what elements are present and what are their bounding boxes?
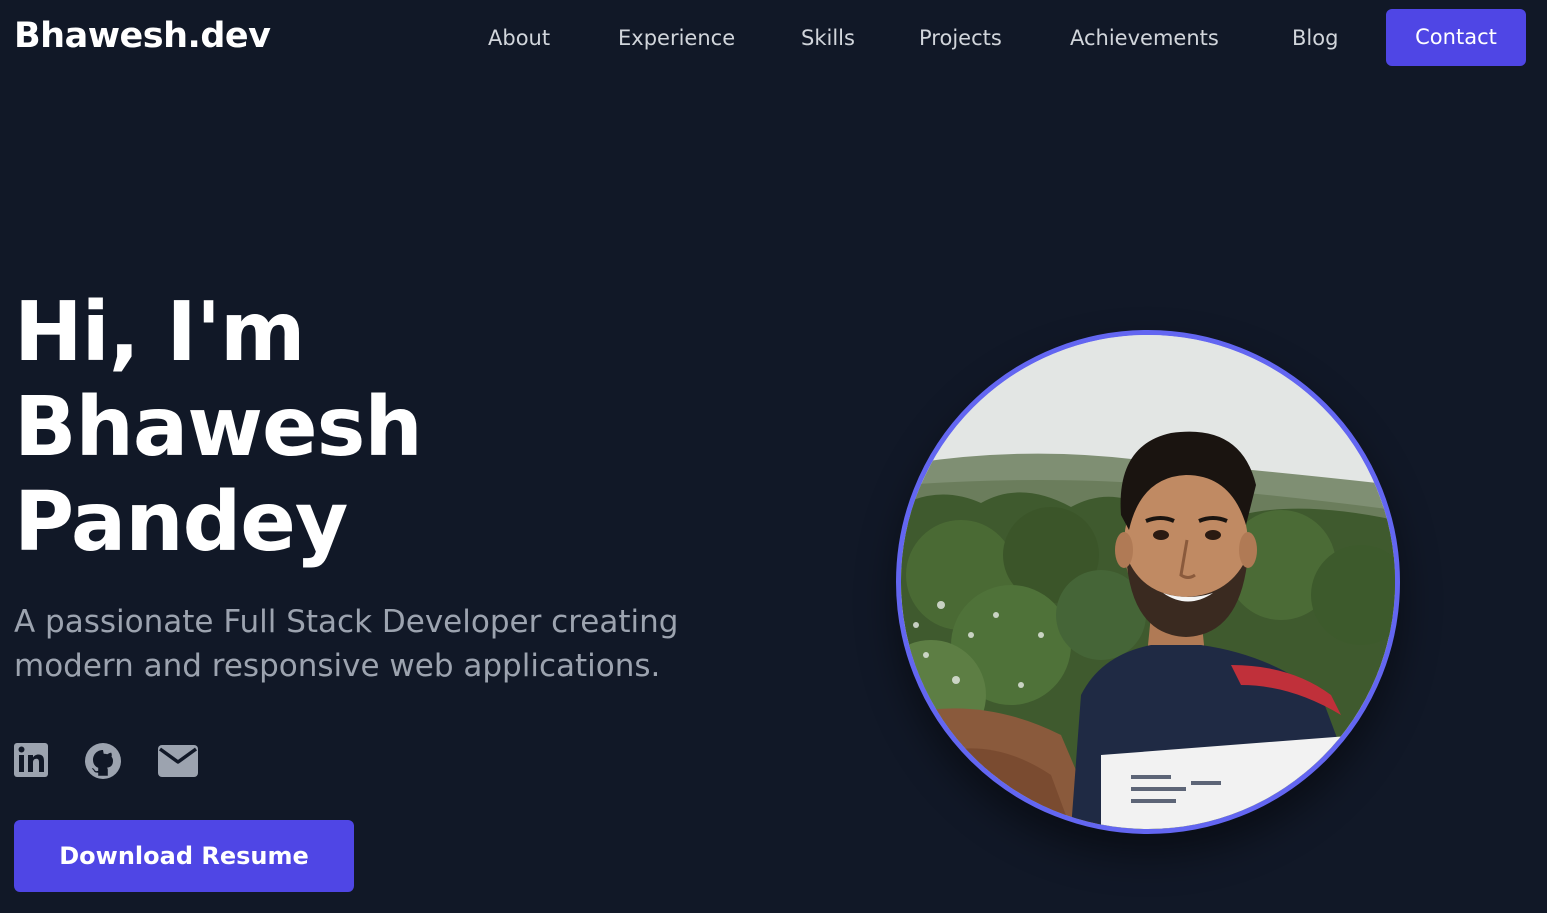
nav-link-about[interactable]: About xyxy=(488,24,550,52)
nav-link-projects[interactable]: Projects xyxy=(919,24,1002,52)
hero-title: Hi, I'm Bhawesh Pandey xyxy=(14,285,423,570)
hero-subtitle-line: modern and responsive web applications. xyxy=(14,648,661,684)
github-icon[interactable] xyxy=(84,742,122,780)
nav-link-experience[interactable]: Experience xyxy=(618,24,735,52)
portfolio-page: Bhawesh.dev About Experience Skills Proj… xyxy=(0,0,1547,913)
mail-icon[interactable] xyxy=(158,745,198,777)
linkedin-icon[interactable] xyxy=(14,742,48,778)
nav-link-skills[interactable]: Skills xyxy=(801,24,855,52)
contact-button[interactable]: Contact xyxy=(1386,9,1526,66)
nav-link-blog[interactable]: Blog xyxy=(1292,24,1338,52)
hero-title-line: Pandey xyxy=(14,475,348,570)
hero-subtitle-line: A passionate Full Stack Developer creati… xyxy=(14,604,679,640)
profile-avatar xyxy=(896,330,1400,834)
nav-link-achievements[interactable]: Achievements xyxy=(1070,24,1219,52)
download-resume-button[interactable]: Download Resume xyxy=(14,820,354,892)
profile-photo xyxy=(901,335,1395,829)
hero-title-line: Hi, I'm xyxy=(14,285,305,380)
hero-subtitle: A passionate Full Stack Developer creati… xyxy=(14,600,734,688)
top-navbar: Bhawesh.dev About Experience Skills Proj… xyxy=(0,0,1547,74)
hero-title-line: Bhawesh xyxy=(14,380,423,475)
site-logo[interactable]: Bhawesh.dev xyxy=(14,14,271,58)
